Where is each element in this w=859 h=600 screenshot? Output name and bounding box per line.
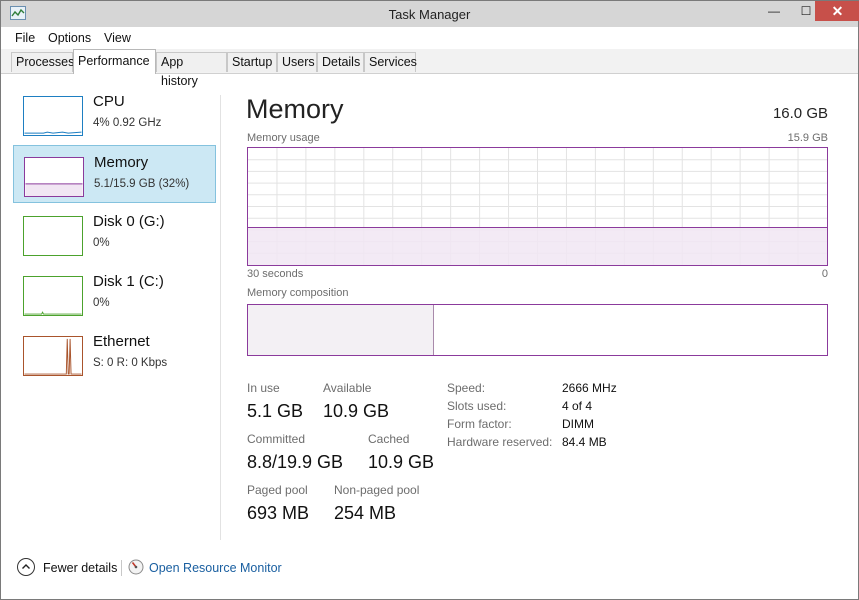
menu-view[interactable]: View xyxy=(104,31,131,45)
menu-options[interactable]: Options xyxy=(48,31,91,45)
menu-bar: File Options View xyxy=(1,27,858,49)
footer-bar: Fewer details Open Resource Monitor xyxy=(1,544,858,599)
non-paged-pool-label: Non-paged pool xyxy=(334,483,420,497)
tab-bar: Processes Performance App history Startu… xyxy=(1,49,858,88)
usage-graph-label: Memory usage xyxy=(247,132,320,144)
composition-graph-label: Memory composition xyxy=(247,287,349,299)
cached-value: 10.9 GB xyxy=(368,452,435,472)
resource-cpu[interactable]: CPU 4% 0.92 GHz xyxy=(13,85,216,143)
tab-details[interactable]: Details xyxy=(317,52,364,72)
chevron-up-icon[interactable] xyxy=(17,558,35,576)
in-use-label: In use xyxy=(247,381,280,395)
fewer-details-button[interactable]: Fewer details xyxy=(43,561,117,575)
footer-separator xyxy=(121,560,122,576)
form-factor-value: DIMM xyxy=(562,417,594,431)
speed-label: Speed: xyxy=(447,381,486,395)
non-paged-pool-value: 254 MB xyxy=(334,503,397,523)
memory-details: Memory 16.0 GB Memory usage 15.9 GB 30 s… xyxy=(221,74,858,544)
usage-graph-max: 15.9 GB xyxy=(787,132,828,144)
window-title: Task Manager xyxy=(388,7,471,22)
disk-graph-icon xyxy=(23,216,83,256)
committed-value: 8.8/19.9 GB xyxy=(247,452,344,472)
paged-pool-value: 693 MB xyxy=(247,503,310,523)
resource-name: Disk 0 (G:) xyxy=(93,213,165,230)
resource-disk-1[interactable]: Disk 1 (C:) 0% xyxy=(13,265,216,323)
resource-value: 5.1/15.9 GB (32%) xyxy=(94,178,190,190)
resource-disk-0[interactable]: Disk 0 (G:) 0% xyxy=(13,205,216,263)
available-label: Available xyxy=(323,381,372,395)
hardware-reserved-value: 84.4 MB xyxy=(562,435,607,449)
close-button[interactable]: ✕ xyxy=(815,1,859,21)
tab-performance[interactable]: Performance xyxy=(73,49,156,74)
resource-value: 0% xyxy=(93,237,110,249)
memory-usage-graph xyxy=(247,147,828,266)
memory-composition-graph xyxy=(247,304,828,356)
resource-name: Disk 1 (C:) xyxy=(93,273,164,290)
tab-services[interactable]: Services xyxy=(364,52,417,72)
ethernet-graph-icon xyxy=(23,336,83,376)
resource-name: CPU xyxy=(93,93,125,110)
speed-value: 2666 MHz xyxy=(562,381,617,395)
resource-monitor-icon[interactable] xyxy=(128,559,144,575)
minimize-button[interactable]: — xyxy=(761,1,787,21)
page-title: Memory xyxy=(246,94,344,124)
cpu-graph-icon xyxy=(23,96,83,136)
memory-total: 16.0 GB xyxy=(772,105,828,122)
resource-name: Ethernet xyxy=(93,333,150,350)
tab-startup[interactable]: Startup xyxy=(227,52,277,72)
resource-value: 0% xyxy=(93,297,110,309)
resource-value: 4% 0.92 GHz xyxy=(93,117,162,129)
task-manager-window: Task Manager — ☐ ✕ File Options View Pro… xyxy=(0,0,859,600)
graph-time-end: 0 xyxy=(821,268,828,280)
committed-label: Committed xyxy=(247,432,306,446)
composition-in-use-segment xyxy=(248,305,434,355)
resource-ethernet[interactable]: Ethernet S: 0 R: 0 Kbps xyxy=(13,325,216,383)
hardware-reserved-label: Hardware reserved: xyxy=(447,435,553,449)
graph-time-label: 30 seconds xyxy=(247,268,304,280)
paged-pool-label: Paged pool xyxy=(247,483,308,497)
title-bar[interactable]: Task Manager — ☐ ✕ xyxy=(1,1,859,27)
tab-users[interactable]: Users xyxy=(277,52,317,72)
menu-file[interactable]: File xyxy=(15,31,35,45)
resource-value: S: 0 R: 0 Kbps xyxy=(93,357,168,369)
memory-graph-icon xyxy=(24,157,84,197)
in-use-value: 5.1 GB xyxy=(247,401,304,421)
resource-name: Memory xyxy=(94,154,149,171)
open-resource-monitor-link[interactable]: Open Resource Monitor xyxy=(149,561,282,575)
resource-list: CPU 4% 0.92 GHz Memory 5.1/15.9 GB (32%)… xyxy=(1,74,220,544)
tab-processes[interactable]: Processes xyxy=(11,52,74,72)
cached-label: Cached xyxy=(368,432,410,446)
available-value: 10.9 GB xyxy=(323,401,390,421)
slots-used-value: 4 of 4 xyxy=(562,399,593,413)
slots-used-label: Slots used: xyxy=(447,399,507,413)
tab-app-history[interactable]: App history xyxy=(156,52,227,88)
form-factor-label: Form factor: xyxy=(447,417,512,431)
resource-memory[interactable]: Memory 5.1/15.9 GB (32%) xyxy=(13,145,216,203)
disk-graph-icon xyxy=(23,276,83,316)
